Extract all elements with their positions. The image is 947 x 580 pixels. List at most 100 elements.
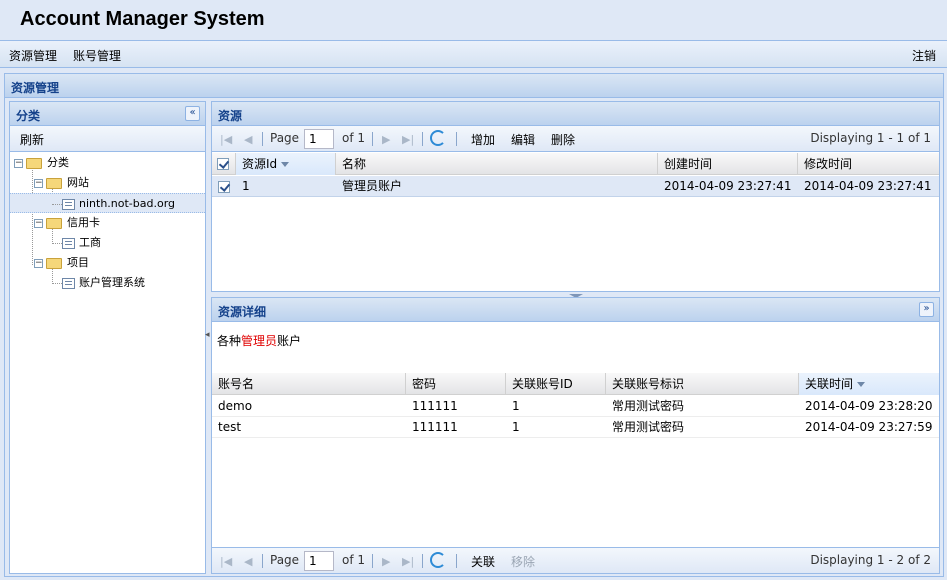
collapse-handle-icon[interactable]: ◂ [205, 330, 210, 352]
select-all-checkbox[interactable] [217, 158, 229, 170]
last-page-icon[interactable]: ▶| [402, 133, 414, 146]
tree-node-project[interactable]: − 项目 [10, 253, 205, 273]
menu-bar: 资源管理 账号管理 注销 [0, 41, 947, 68]
collapse-left-icon[interactable]: « [185, 106, 200, 121]
tree-node-ninth-not-bad-org[interactable]: ninth.not-bad.org [10, 193, 205, 213]
cell-account: test [218, 420, 242, 434]
cell-link-tag: 常用测试密码 [612, 399, 685, 413]
resource-title: 资源 [218, 109, 243, 123]
category-panel: 分类 « 刷新 − 分类 − 网站 ninth.not-bad.org − 信用… [9, 101, 206, 574]
tree-node-label: 工商 [79, 236, 101, 249]
menu-item-account-management[interactable]: 账号管理 [73, 47, 121, 64]
table-row[interactable]: 1 管理员账户 2014-04-09 23:27:41 2014-04-09 2… [212, 176, 939, 197]
column-link-id[interactable]: 关联账号ID [506, 373, 606, 395]
row-checkbox[interactable] [218, 181, 230, 193]
category-header: 分类 [10, 102, 205, 126]
resource-detail-panel: 资源详细 » 各种管理员账户 账号名 密码 关联账号ID 关联账号标识 关联时间… [211, 297, 940, 574]
resource-header: 资源 [212, 102, 939, 126]
next-page-icon[interactable]: ▶ [382, 555, 390, 568]
app-title: Account Manager System [20, 8, 265, 30]
logout-link[interactable]: 注销 [912, 47, 936, 64]
tree-node-label: 信用卡 [67, 216, 100, 229]
tree-connector [52, 283, 62, 284]
table-row[interactable]: demo 111111 1 常用测试密码 2014-04-09 23:28:20 [212, 396, 939, 417]
remove-link-button[interactable]: 移除 [511, 553, 535, 570]
collapse-icon[interactable]: − [34, 179, 43, 188]
toolbar-separator [456, 132, 457, 146]
splitter-handle-icon[interactable] [561, 288, 591, 298]
resource-management-title: 资源管理 [11, 81, 60, 95]
category-title: 分类 [16, 109, 41, 123]
prev-page-icon[interactable]: ◀ [244, 555, 252, 568]
column-label: 密码 [412, 377, 437, 391]
column-link-time[interactable]: 关联时间 [799, 373, 939, 395]
app-header: Account Manager System [0, 0, 947, 41]
collapse-icon[interactable]: − [34, 219, 43, 228]
folder-open-icon [26, 158, 42, 169]
tree-node-website[interactable]: − 网站 [10, 173, 205, 193]
column-modified[interactable]: 修改时间 [798, 153, 939, 175]
delete-button[interactable]: 删除 [551, 131, 575, 148]
column-password[interactable]: 密码 [406, 373, 506, 395]
column-account[interactable]: 账号名 [212, 373, 406, 395]
folder-open-icon [46, 178, 62, 189]
refresh-icon[interactable] [430, 130, 446, 146]
link-account-button[interactable]: 关联 [471, 553, 495, 570]
document-icon [62, 199, 75, 210]
collapse-icon[interactable]: − [34, 259, 43, 268]
detail-paging-toolbar: |◀ ◀ Page of 1 ▶ ▶| 关联 移除 Displaying 1 -… [212, 547, 939, 573]
cell-link-time: 2014-04-09 23:28:20 [805, 399, 933, 413]
refresh-tree-button[interactable]: 刷新 [20, 131, 44, 148]
refresh-icon[interactable] [430, 552, 446, 568]
column-name[interactable]: 名称 [336, 153, 658, 175]
column-label: 账号名 [218, 377, 255, 391]
tree-node-account-system[interactable]: 账户管理系统 [10, 273, 205, 293]
last-page-icon[interactable]: ▶| [402, 555, 414, 568]
resource-panel: 资源 |◀ ◀ Page of 1 ▶ ▶| 增加 编辑 删除 Displayi… [211, 101, 940, 292]
edit-button[interactable]: 编辑 [511, 131, 535, 148]
column-label: 名称 [342, 157, 367, 171]
page-label: Page [270, 553, 300, 567]
cell-resource-id: 1 [242, 179, 250, 193]
cell-password: 111111 [412, 420, 458, 434]
resource-detail-header: 资源详细 [212, 298, 939, 322]
toolbar-separator [372, 132, 373, 146]
page-count-label: of 1 [342, 131, 366, 145]
table-row[interactable]: test 111111 1 常用测试密码 2014-04-09 23:27:59 [212, 417, 939, 438]
description-prefix: 各种 [217, 334, 242, 348]
center-region: 资源 |◀ ◀ Page of 1 ▶ ▶| 增加 编辑 删除 Displayi… [211, 101, 940, 574]
column-label: 关联账号ID [512, 377, 573, 391]
column-label: 关联时间 [805, 377, 854, 391]
collapse-down-icon[interactable]: » [919, 302, 934, 317]
column-link-tag[interactable]: 关联账号标识 [606, 373, 799, 395]
column-label: 修改时间 [804, 157, 853, 171]
prev-page-icon[interactable]: ◀ [244, 133, 252, 146]
column-label: 资源Id [242, 157, 278, 171]
toolbar-separator [262, 554, 263, 568]
menu-item-resource-management[interactable]: 资源管理 [9, 47, 57, 64]
tree-node-category-root[interactable]: − 分类 [10, 153, 205, 173]
tree-node-credit-card[interactable]: − 信用卡 [10, 213, 205, 233]
toolbar-separator [456, 554, 457, 568]
first-page-icon[interactable]: |◀ [220, 555, 232, 568]
next-page-icon[interactable]: ▶ [382, 133, 390, 146]
page-number-input[interactable] [304, 551, 334, 571]
column-created[interactable]: 创建时间 [658, 153, 798, 175]
column-resource-id[interactable]: 资源Id [236, 153, 336, 175]
sort-desc-icon [281, 162, 290, 167]
cell-link-time: 2014-04-09 23:27:59 [805, 420, 933, 434]
collapse-icon[interactable]: − [14, 159, 23, 168]
add-button[interactable]: 增加 [471, 131, 495, 148]
cell-account: demo [218, 399, 253, 413]
toolbar-separator [422, 132, 423, 146]
cell-created: 2014-04-09 23:27:41 [664, 179, 792, 193]
select-all-cell [212, 153, 236, 175]
sort-desc-icon [857, 382, 866, 387]
description-suffix: 账户 [277, 334, 302, 348]
folder-open-icon [46, 218, 62, 229]
document-icon [62, 238, 75, 249]
first-page-icon[interactable]: |◀ [220, 133, 232, 146]
page-number-input[interactable] [304, 129, 334, 149]
cell-link-id: 1 [512, 420, 520, 434]
tree-node-icbc[interactable]: 工商 [10, 233, 205, 253]
